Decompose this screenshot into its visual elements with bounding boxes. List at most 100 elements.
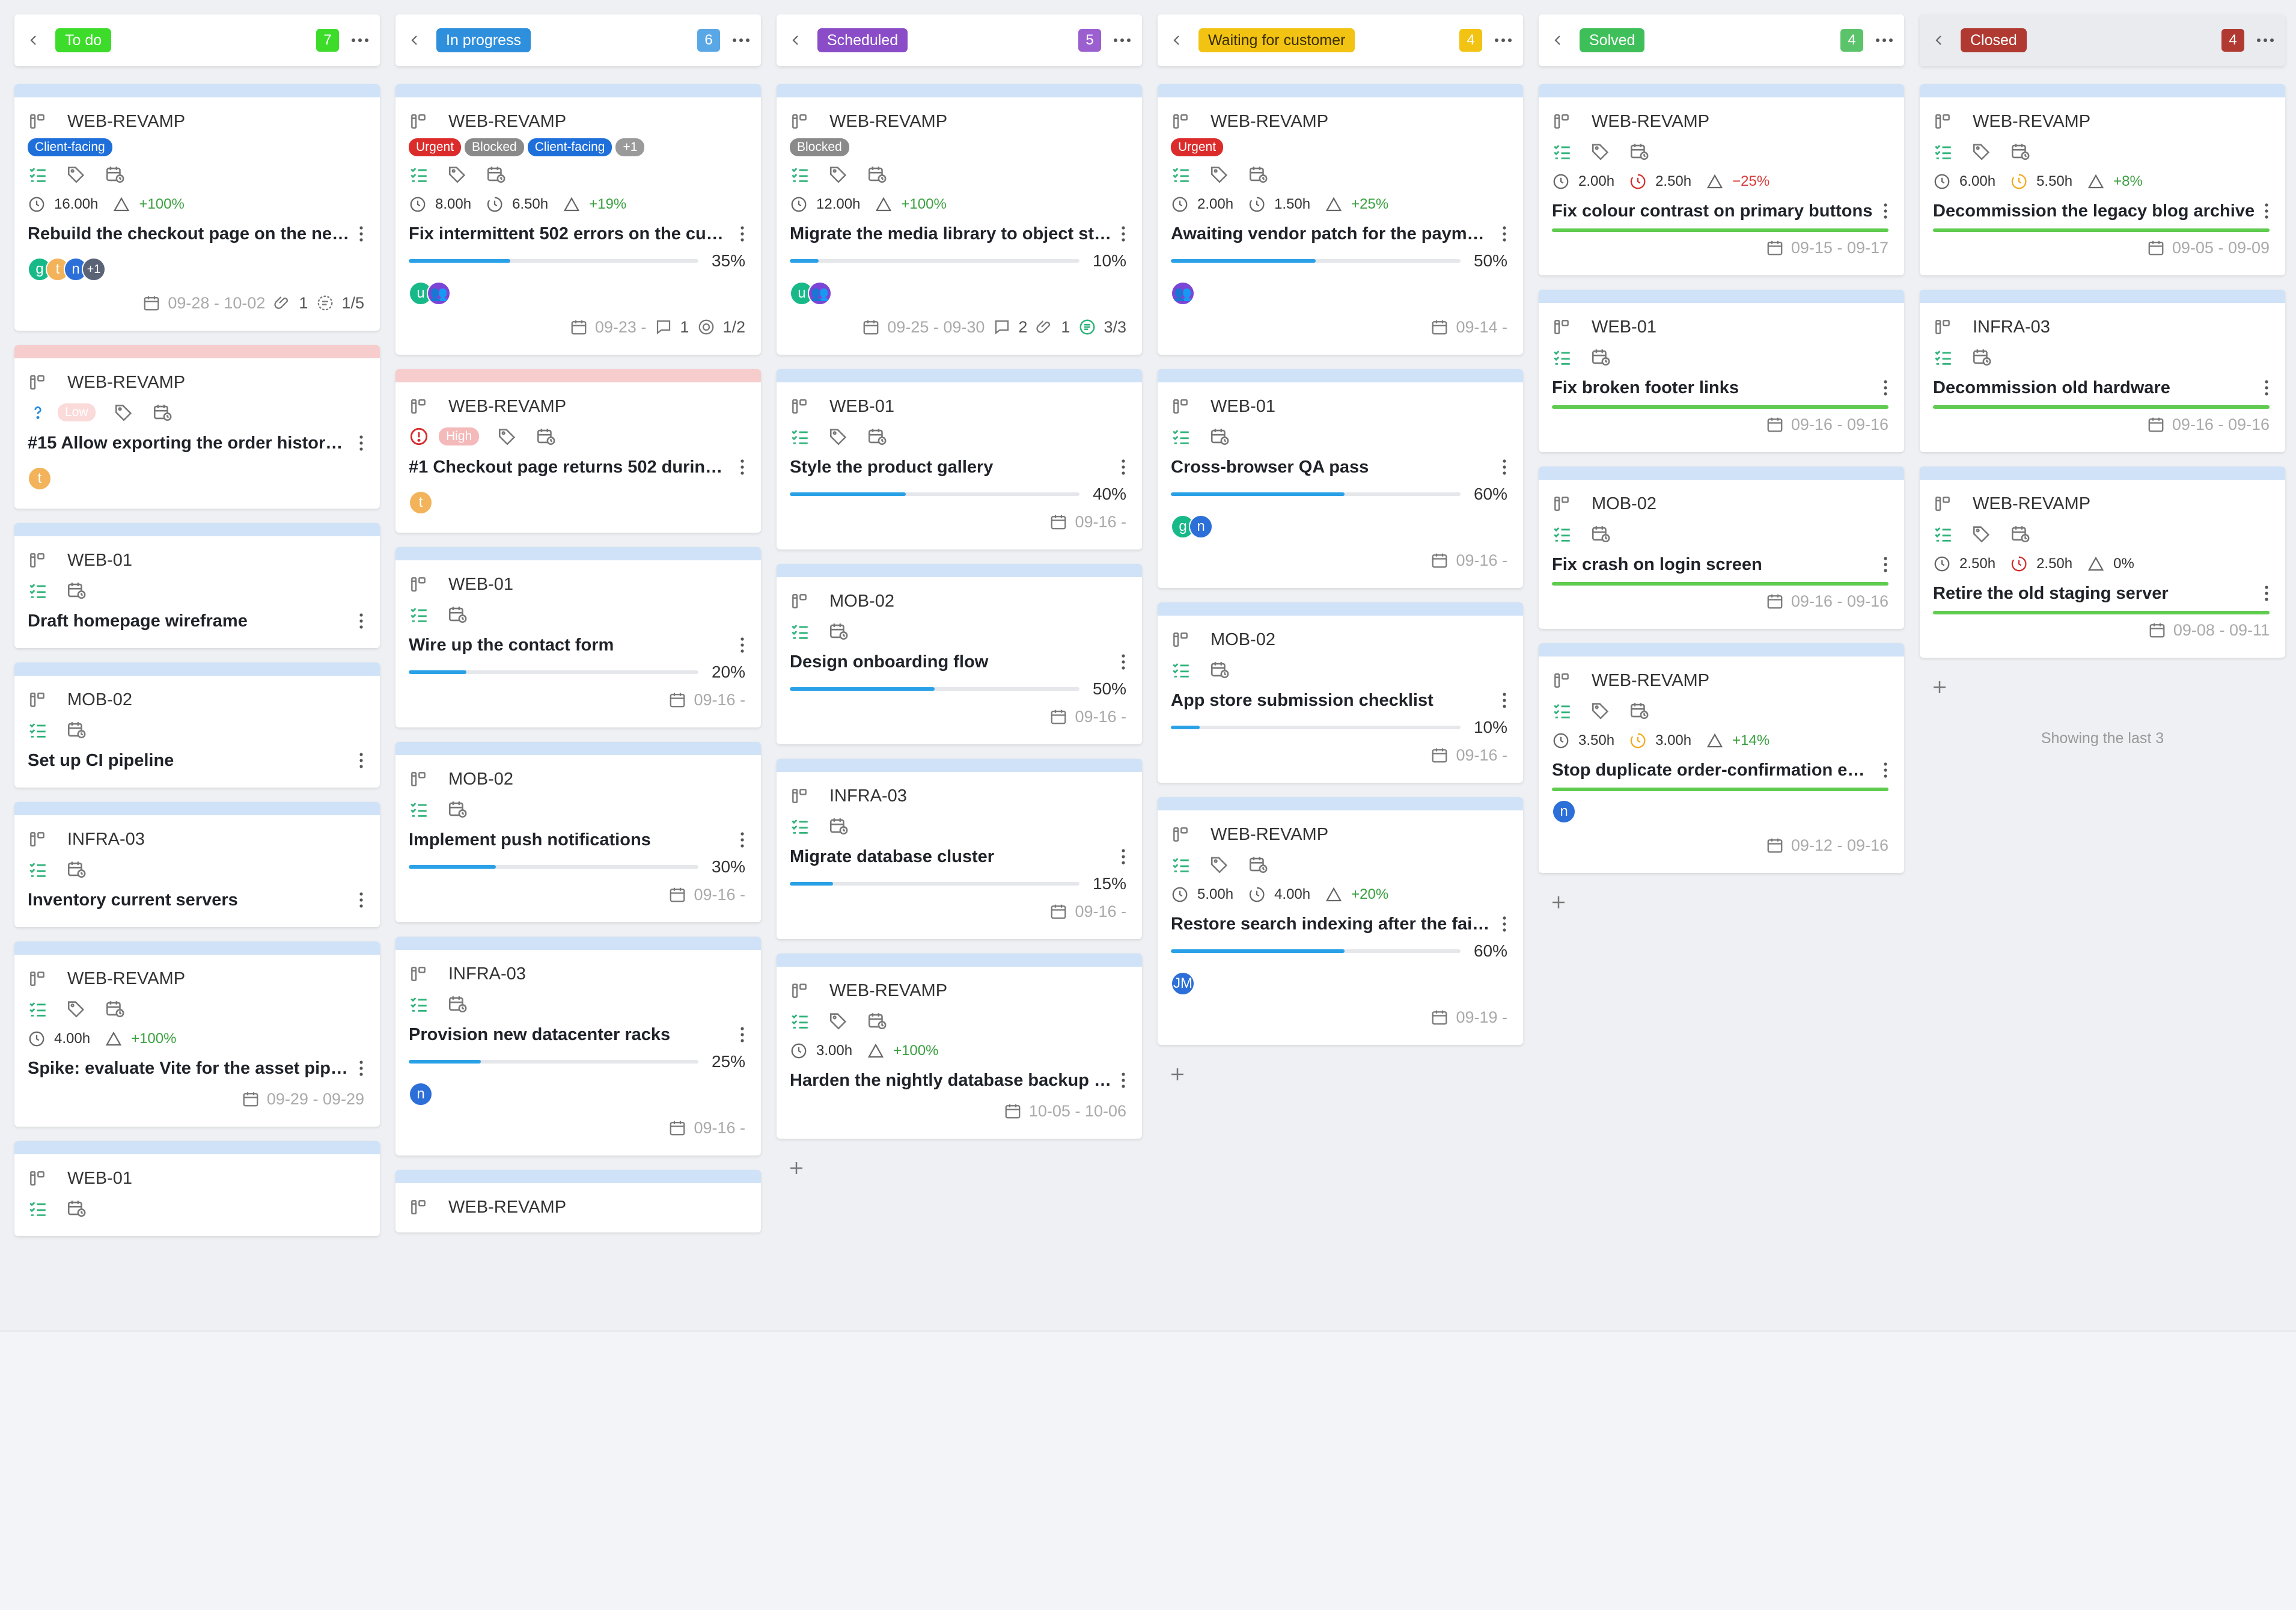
column-more-icon[interactable]: [339, 37, 369, 43]
due-date[interactable]: 09-14 -: [1430, 318, 1507, 337]
calendar-clock-icon[interactable]: [2010, 141, 2030, 162]
calendar-clock-icon[interactable]: [66, 580, 87, 601]
project-name[interactable]: WEB-REVAMP: [448, 112, 566, 132]
card-title[interactable]: Draft homepage wireframe: [28, 611, 350, 631]
card-menu-icon[interactable]: [731, 636, 745, 654]
project-name[interactable]: WEB-REVAMP: [1592, 671, 1709, 691]
task-card[interactable]: WEB-REVAMP 2.00h 2.50h −25% Fix colour contr…: [1539, 84, 1904, 275]
calendar-clock-icon[interactable]: [66, 1198, 87, 1219]
card-title[interactable]: Inventory current servers: [28, 890, 350, 910]
tag-badge[interactable]: Blocked: [790, 138, 849, 156]
add-card-button[interactable]: [1543, 887, 1574, 917]
project-name[interactable]: WEB-REVAMP: [67, 112, 185, 132]
checklist-icon[interactable]: [1552, 141, 1572, 162]
calendar-clock-icon[interactable]: [66, 859, 87, 880]
card-menu-icon[interactable]: [1493, 915, 1507, 933]
task-card[interactable]: WEB-REVAMP Urgent Blocked Client-facing +1 8.…: [395, 84, 761, 355]
tag-badge[interactable]: Client-facing: [28, 138, 112, 156]
tag-badge[interactable]: Client-facing: [527, 138, 612, 156]
card-title[interactable]: Implement push notifications: [409, 830, 731, 850]
tag-icon[interactable]: [497, 426, 518, 447]
calendar-clock-icon[interactable]: [1209, 660, 1230, 680]
tag-icon[interactable]: [447, 164, 468, 185]
due-date[interactable]: 09-23 -: [570, 318, 646, 337]
due-date[interactable]: 09-08 - 09-11: [2148, 621, 2270, 640]
card-title[interactable]: Fix intermittent 502 errors on the custo…: [409, 224, 731, 244]
project-name[interactable]: WEB-REVAMP: [448, 397, 566, 417]
task-card[interactable]: WEB-REVAMP 4.00h +100% Spike: evaluate Vite…: [14, 941, 380, 1127]
card-title[interactable]: App store submission checklist: [1171, 691, 1493, 711]
tag-icon[interactable]: [828, 164, 849, 185]
card-title[interactable]: Retire the old staging server: [1933, 584, 2255, 604]
due-date[interactable]: 09-16 - 09-16: [1766, 592, 1888, 611]
task-card[interactable]: MOB-02 App store submission checklist 10% 0…: [1158, 602, 1523, 783]
card-title[interactable]: Design onboarding flow: [790, 652, 1112, 672]
calendar-clock-icon[interactable]: [486, 164, 506, 185]
checklist-icon[interactable]: [1171, 854, 1191, 875]
project-name[interactable]: WEB-REVAMP: [448, 1198, 566, 1217]
tag-icon[interactable]: [1590, 141, 1611, 162]
task-card[interactable]: WEB-REVAMP Blocked 12.00h +100% Migrate the …: [777, 84, 1142, 355]
avatar[interactable]: n: [1189, 515, 1213, 539]
card-title[interactable]: #15 Allow exporting the order history to…: [28, 433, 350, 453]
avatar[interactable]: JM: [1171, 972, 1195, 996]
add-card-button[interactable]: [781, 1153, 811, 1183]
attachments[interactable]: 1: [1036, 318, 1070, 337]
task-card[interactable]: WEB-01: [14, 1141, 380, 1236]
avatar[interactable]: t: [28, 467, 52, 491]
calendar-clock-icon[interactable]: [536, 426, 556, 447]
avatar[interactable]: n: [409, 1082, 433, 1106]
calendar-clock-icon[interactable]: [867, 1011, 887, 1031]
subtasks[interactable]: 1/2: [697, 318, 745, 337]
task-card[interactable]: WEB-REVAMP Urgent 2.00h 1.50h +25% Awaiting v…: [1158, 84, 1523, 355]
avatar[interactable]: +1: [82, 257, 106, 281]
task-card[interactable]: WEB-REVAMP Client-facing 16.00h +100% Rebuil…: [14, 84, 380, 331]
avatar[interactable]: t: [409, 491, 433, 515]
card-title[interactable]: Migrate database cluster: [790, 847, 1112, 867]
due-date[interactable]: 09-16 - 09-16: [2147, 415, 2270, 434]
due-date[interactable]: 09-16 -: [668, 691, 745, 709]
card-menu-icon[interactable]: [1112, 458, 1126, 476]
calendar-clock-icon[interactable]: [867, 164, 887, 185]
task-card[interactable]: INFRA-03 Provision new datacenter racks 25…: [395, 937, 761, 1155]
due-date[interactable]: 09-16 - 09-16: [1766, 415, 1888, 434]
checklist-icon[interactable]: [409, 604, 429, 625]
project-name[interactable]: MOB-02: [448, 770, 513, 789]
tag-icon[interactable]: [1590, 700, 1611, 721]
project-name[interactable]: WEB-01: [67, 551, 132, 571]
task-card[interactable]: WEB-01 Wire up the contact form 20% 09-16 -: [395, 547, 761, 727]
card-menu-icon[interactable]: [2255, 584, 2270, 602]
checklist[interactable]: 1/5: [316, 294, 364, 313]
card-menu-icon[interactable]: [1493, 225, 1507, 243]
due-date[interactable]: 10-05 - 10-06: [1004, 1102, 1126, 1121]
collapse-column-button[interactable]: [26, 33, 47, 47]
due-date[interactable]: 09-16 -: [1049, 513, 1126, 531]
card-menu-icon[interactable]: [1112, 225, 1126, 243]
card-title[interactable]: Decommission old hardware: [1933, 378, 2255, 398]
checklist[interactable]: 3/3: [1078, 318, 1126, 337]
due-date[interactable]: 09-15 - 09-17: [1766, 239, 1888, 257]
card-title[interactable]: Fix crash on login screen: [1552, 555, 1874, 575]
calendar-clock-icon[interactable]: [1971, 347, 1992, 367]
calendar-clock-icon[interactable]: [152, 402, 173, 423]
due-date[interactable]: 09-29 - 09-29: [242, 1090, 364, 1109]
due-date[interactable]: 09-16 -: [668, 886, 745, 904]
calendar-clock-icon[interactable]: [105, 999, 125, 1019]
checklist-icon[interactable]: [409, 799, 429, 819]
task-card[interactable]: WEB-01 Fix broken footer links 09-16 - 09-…: [1539, 290, 1904, 452]
card-menu-icon[interactable]: [1493, 691, 1507, 709]
checklist-icon[interactable]: [409, 994, 429, 1014]
column-more-icon[interactable]: [1101, 37, 1131, 43]
checklist-icon[interactable]: [1552, 347, 1572, 367]
checklist-icon[interactable]: [790, 164, 810, 185]
due-date[interactable]: 09-25 - 09-30: [862, 318, 985, 337]
task-card[interactable]: WEB-01 Cross-browser QA pass 60% g n 09-16 -: [1158, 369, 1523, 588]
checklist-icon[interactable]: [28, 1198, 48, 1219]
project-name[interactable]: WEB-01: [829, 397, 894, 417]
card-menu-icon[interactable]: [731, 831, 745, 849]
project-name[interactable]: WEB-REVAMP: [67, 969, 185, 989]
card-menu-icon[interactable]: [350, 434, 364, 452]
checklist-icon[interactable]: [1933, 524, 1953, 544]
tag-badge[interactable]: Urgent: [1171, 138, 1224, 156]
checklist-icon[interactable]: [1552, 524, 1572, 544]
